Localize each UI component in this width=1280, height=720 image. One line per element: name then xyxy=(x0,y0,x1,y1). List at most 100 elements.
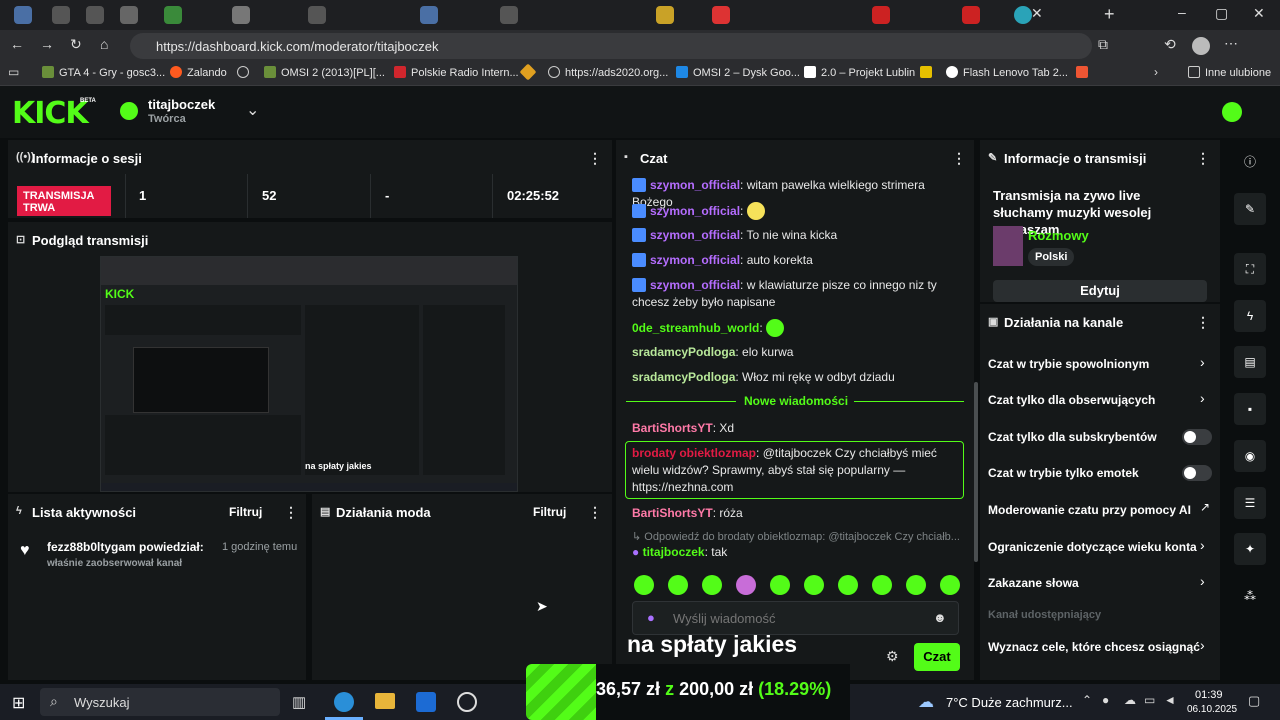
chevron-right-icon[interactable]: › xyxy=(1154,65,1158,79)
new-tab-icon[interactable]: + xyxy=(1104,4,1115,25)
minimize-icon[interactable]: – xyxy=(1178,4,1186,20)
mic-tray-icon[interactable]: ● xyxy=(1102,693,1109,707)
chat-message[interactable]: sradamcyPodloga: Włoz mi rękę w odbyt dz… xyxy=(632,369,962,386)
category-name[interactable]: Rozmowy xyxy=(1028,228,1089,243)
window-close-icon[interactable]: ✕ xyxy=(1253,5,1265,22)
slow-mode-item[interactable]: Czat w trybie spowolnionym xyxy=(988,357,1203,371)
clock-date[interactable]: 06.10.2025 xyxy=(1187,704,1237,715)
chat-username[interactable]: szymon_official xyxy=(650,228,740,242)
tab-icon[interactable] xyxy=(872,6,890,24)
back-icon[interactable]: ← xyxy=(10,36,24,52)
chevron-right-icon[interactable]: › xyxy=(1200,537,1205,553)
broadcast-icon[interactable]: ◉ xyxy=(1234,440,1266,472)
tray-chevron-icon[interactable]: ⌃ xyxy=(1082,693,1092,707)
subscribers-only-toggle[interactable] xyxy=(1182,429,1212,445)
outlook-icon[interactable] xyxy=(416,692,436,712)
tab-icon[interactable] xyxy=(120,6,138,24)
history-icon[interactable]: ⟲ xyxy=(1164,36,1176,53)
chat-message[interactable]: brodaty obiektlozmap: @titajboczek Czy c… xyxy=(632,445,958,496)
url-field[interactable]: https://dashboard.kick.com/moderator/tit… xyxy=(130,33,1092,59)
chevron-right-icon[interactable]: › xyxy=(1200,390,1205,406)
chat-message[interactable]: BartiShortsYT: Xd xyxy=(632,420,962,437)
tab-icon[interactable] xyxy=(86,6,104,24)
bookmark-item[interactable]: https://ads2020.org... xyxy=(548,66,668,79)
more-options-icon[interactable]: ⋮ xyxy=(1196,150,1210,167)
home-icon[interactable]: ⌂ xyxy=(100,36,108,52)
maximize-icon[interactable]: ▢ xyxy=(1215,5,1228,22)
chat-input-box[interactable]: ● ☻ xyxy=(632,601,959,635)
file-explorer-icon[interactable] xyxy=(375,693,395,709)
chat-username[interactable]: szymon_official xyxy=(650,278,740,292)
fullscreen-icon[interactable]: ⛶ xyxy=(1234,253,1266,285)
kick-logo[interactable]: KICK xyxy=(12,96,89,131)
menu-icon[interactable]: ⋯ xyxy=(1224,35,1238,52)
emote-icon[interactable] xyxy=(736,575,756,595)
bookmark-item[interactable] xyxy=(920,66,937,79)
forward-icon[interactable]: → xyxy=(40,36,54,52)
onedrive-icon[interactable]: ☁ xyxy=(1124,693,1136,707)
settings-gear-icon[interactable]: ⚙ xyxy=(886,648,899,665)
tab-icon[interactable] xyxy=(420,6,438,24)
clock-time[interactable]: 01:39 xyxy=(1195,689,1223,701)
bookmark-item[interactable]: Polskie Radio Intern... xyxy=(394,66,519,79)
volume-icon[interactable]: ◄ xyxy=(1164,693,1176,707)
chat-message[interactable]: szymon_official: xyxy=(632,202,962,220)
bookmark-item[interactable]: Flash Lenovo Tab 2... xyxy=(946,66,1068,79)
chat-scrollbar[interactable] xyxy=(974,382,978,562)
wrench-icon[interactable]: ✦ xyxy=(1234,533,1266,565)
chat-icon[interactable]: ▪ xyxy=(1234,393,1266,425)
share-icon[interactable]: ⁂ xyxy=(1234,580,1266,612)
stream-video[interactable]: KICK na spłaty jakies xyxy=(100,256,518,492)
emoji-icon[interactable]: ☻ xyxy=(933,610,947,625)
emote-icon[interactable] xyxy=(940,575,960,595)
set-goals-item[interactable]: Wyznacz cele, które chcesz osiągnąć xyxy=(988,640,1203,654)
emote-icon[interactable] xyxy=(872,575,892,595)
edge-icon[interactable] xyxy=(334,692,354,712)
filter-button[interactable]: Filtruj xyxy=(229,505,262,519)
tab-icon[interactable] xyxy=(712,6,730,24)
bookmark-item[interactable]: GTA 4 - Gry - gosc3... xyxy=(42,66,165,79)
windows-start-icon[interactable]: ⊞ xyxy=(12,693,25,713)
chevron-down-icon[interactable]: ⌄ xyxy=(246,100,259,120)
layout-icon[interactable]: ☰ xyxy=(1234,487,1266,519)
taskbar-search-box[interactable]: ⌕ Wyszukaj xyxy=(40,688,280,716)
chat-message-input[interactable] xyxy=(673,608,923,628)
external-link-icon[interactable]: ↗ xyxy=(1200,500,1210,514)
chat-username[interactable]: BartiShortsYT xyxy=(632,506,713,520)
account-age-item[interactable]: Ograniczenie dotyczące wieku konta xyxy=(988,540,1203,554)
emote-icon[interactable] xyxy=(702,575,722,595)
bookmark-item[interactable]: 2.0 – Projekt Lublin xyxy=(804,66,915,79)
chat-message[interactable]: BartiShortsYT: róża xyxy=(632,505,962,522)
active-tab-icon[interactable] xyxy=(1014,6,1032,24)
emote-icon[interactable] xyxy=(804,575,824,595)
tab-icon[interactable] xyxy=(500,6,518,24)
more-options-icon[interactable]: ⋮ xyxy=(952,150,966,167)
task-view-icon[interactable]: ▥ xyxy=(292,693,306,711)
bookmark-item[interactable]: OMSI 2 – Dysk Goo... xyxy=(676,66,800,79)
bookmark-item[interactable] xyxy=(237,66,254,79)
chat-username[interactable]: 0de_streamhub_world xyxy=(632,321,759,335)
emote-icon[interactable] xyxy=(634,575,654,595)
followers-only-item[interactable]: Czat tylko dla obserwujących xyxy=(988,393,1203,407)
user-avatar[interactable] xyxy=(1222,102,1242,122)
chat-message[interactable]: szymon_official: To nie wina kicka xyxy=(632,227,962,244)
chevron-right-icon[interactable]: › xyxy=(1200,637,1205,653)
chevron-right-icon[interactable]: › xyxy=(1200,354,1205,370)
tab-icon[interactable] xyxy=(52,6,70,24)
document-icon[interactable]: ▤ xyxy=(1234,346,1266,378)
bookmark-item[interactable]: OMSI 2 (2013)[PL][... xyxy=(264,66,385,79)
filter-button[interactable]: Filtruj xyxy=(533,505,566,519)
profile-avatar[interactable] xyxy=(1192,37,1210,55)
tab-icon[interactable] xyxy=(308,6,326,24)
chat-username[interactable]: sradamcyPodloga xyxy=(632,370,735,384)
emote-only-toggle[interactable] xyxy=(1182,465,1212,481)
ai-moderation-item[interactable]: Moderowanie czatu przy pomocy AI xyxy=(988,503,1203,517)
tab-icon[interactable] xyxy=(656,6,674,24)
mic-icon[interactable]: ● xyxy=(647,610,655,625)
emote-icon[interactable] xyxy=(838,575,858,595)
edit-button[interactable]: Edytuj xyxy=(993,280,1207,302)
chat-message[interactable]: szymon_official: auto korekta xyxy=(632,252,962,269)
chat-message[interactable]: 0de_streamhub_world: xyxy=(632,319,962,337)
reload-icon[interactable]: ↻ xyxy=(70,36,82,53)
chat-message[interactable]: sradamcyPodloga: elo kurwa xyxy=(632,344,962,361)
